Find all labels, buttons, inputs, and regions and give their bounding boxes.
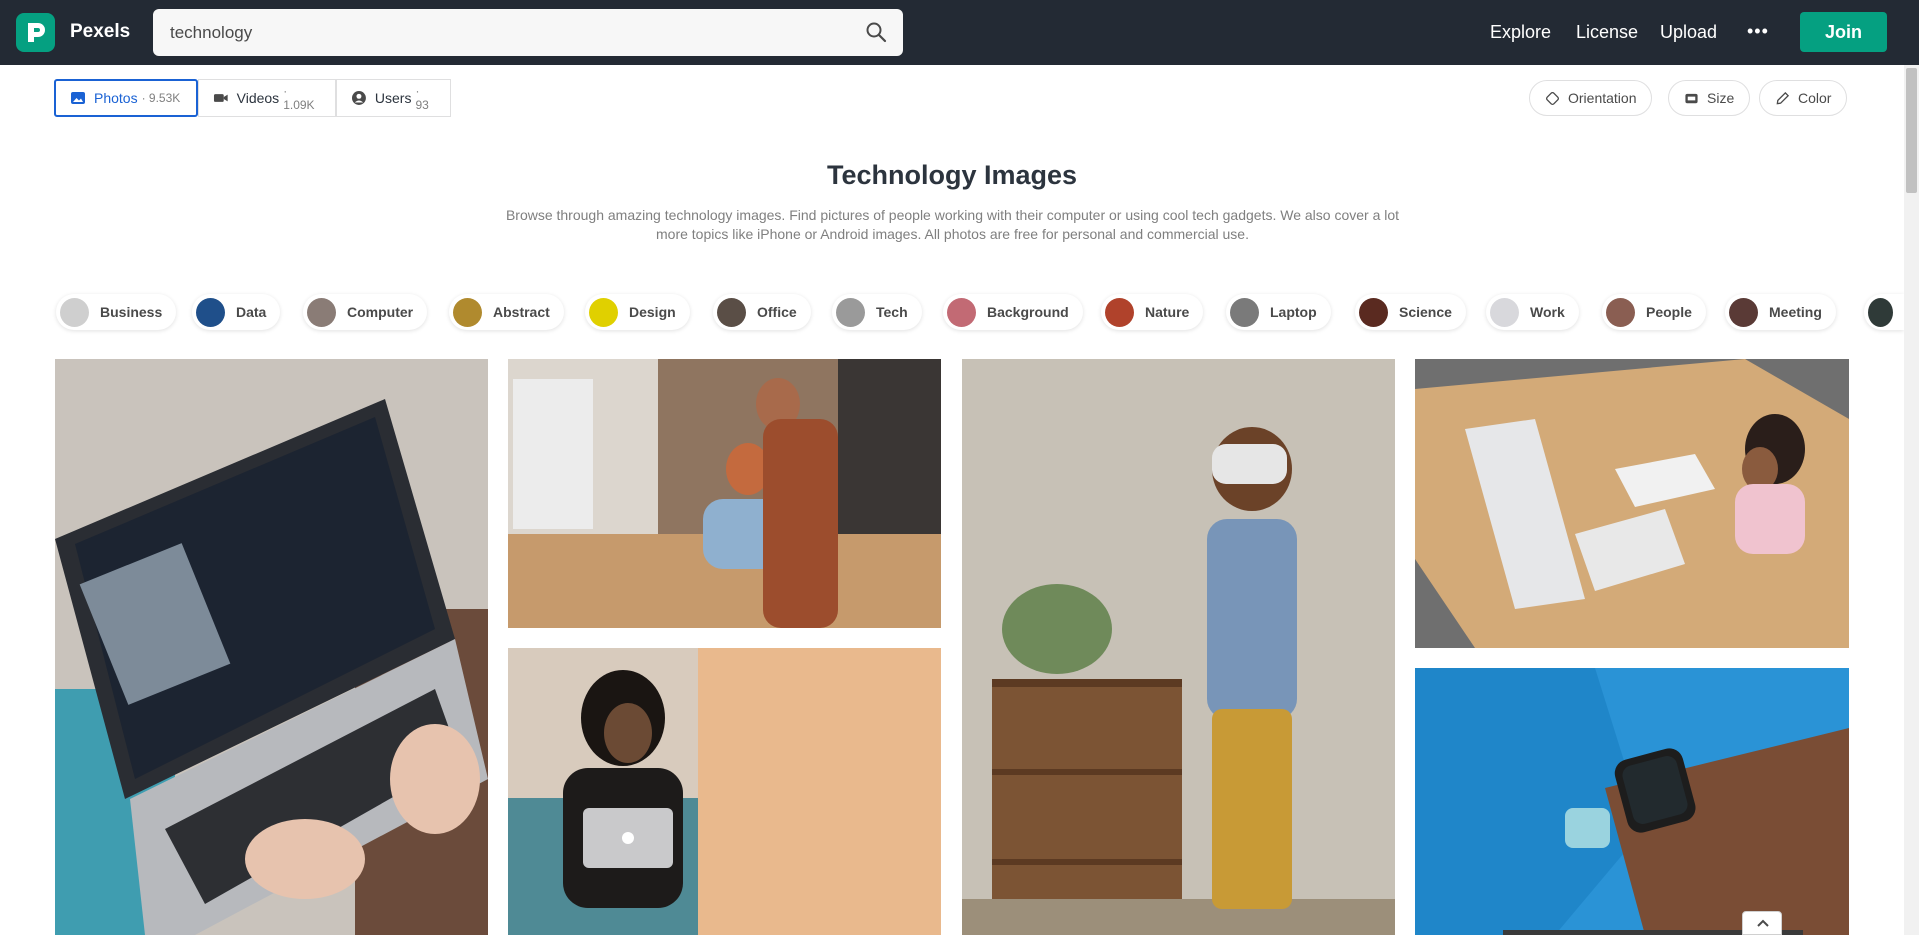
chip-thumbnail [1606, 297, 1635, 327]
chip-label: Computer [347, 304, 414, 320]
chip-label: Business [100, 304, 163, 320]
chip-thumbnail [1230, 297, 1259, 327]
tab-users-label: Users [374, 90, 412, 106]
photo-girl-desk-imac[interactable] [1415, 359, 1849, 648]
photo-mother-son-computer[interactable] [508, 359, 941, 628]
back-to-top-button[interactable] [1742, 911, 1782, 935]
tab-videos-label: Videos [236, 90, 280, 106]
photo-girl-desk-imac-image [1415, 359, 1849, 648]
pexels-logo[interactable] [16, 13, 55, 52]
size-filter-label: Size [1707, 90, 1735, 106]
chip-thumbnail [947, 297, 976, 327]
photo-boy-vr-headset-image [962, 359, 1395, 935]
chip-thumbnail [307, 297, 336, 327]
chip-thumbnail [453, 297, 482, 327]
user-icon [351, 91, 366, 105]
photo-boy-vr-headset[interactable] [962, 359, 1395, 935]
color-filter-button[interactable]: Color [1759, 80, 1848, 116]
chip-thumbnail [1105, 297, 1134, 327]
photo-laptop-video-call-image [55, 359, 488, 935]
color-picker-icon [1776, 91, 1790, 104]
page-title: Technology Images [826, 160, 1078, 190]
color-filter-label: Color [1798, 90, 1832, 106]
photo-mother-son-computer-image [508, 359, 941, 628]
tab-videos-count: · 1.09K [283, 84, 315, 112]
chip-label: Design [629, 304, 676, 320]
page-description: Browse through amazing technology images… [505, 207, 1400, 242]
tab-users-count: · 93 [415, 84, 429, 112]
chip-label: Science [1399, 304, 1452, 320]
search-bar[interactable]: technology [153, 9, 903, 56]
size-filter-button[interactable]: Size [1668, 80, 1751, 116]
chip-label: Background [987, 304, 1069, 320]
chip-thumbnail [717, 297, 746, 327]
chip-laptop[interactable]: Laptop [1226, 294, 1331, 330]
chip-label: Tech [876, 304, 908, 320]
tab-videos[interactable]: Videos · 1.09K [198, 79, 336, 117]
chip-label: Laptop [1270, 304, 1317, 320]
tab-photos-label: Photos [94, 90, 138, 106]
tab-photos[interactable]: Photos · 9.53K [54, 79, 198, 117]
search-icon[interactable] [865, 21, 887, 43]
photo-icon [71, 92, 85, 104]
chip-background[interactable]: Background [943, 294, 1083, 330]
chip-label: Meeting [1769, 304, 1822, 320]
join-button[interactable]: Join [1800, 12, 1887, 52]
orientation-filter-button[interactable]: Orientation [1529, 80, 1653, 116]
chip-meeting[interactable]: Meeting [1725, 294, 1836, 330]
nav-license[interactable]: License [1576, 22, 1638, 43]
nav-explore[interactable]: Explore [1490, 22, 1551, 43]
page-scrollbar[interactable] [1904, 65, 1919, 935]
chip-science[interactable]: Science [1355, 294, 1466, 330]
chip-label: Data [236, 304, 267, 320]
chip-computer[interactable]: Computer [303, 294, 428, 330]
chip-people[interactable]: People [1602, 294, 1706, 330]
nav-upload[interactable]: Upload [1660, 22, 1717, 43]
chip-thumbnail [60, 297, 89, 327]
photo-smartwatch-wrist[interactable] [1415, 668, 1849, 935]
chip-tech[interactable]: Tech [832, 294, 922, 330]
photo-smartwatch-wrist-image [1415, 668, 1849, 935]
tab-users[interactable]: Users · 93 [336, 79, 451, 117]
chip-label: Nature [1145, 304, 1190, 320]
orientation-icon [1545, 91, 1560, 105]
chip-thumbnail [836, 297, 865, 327]
chevron-up-icon [1757, 919, 1769, 927]
chip-business[interactable]: Business [56, 294, 177, 330]
scrollbar-thumb[interactable] [1906, 68, 1917, 193]
chip-design[interactable]: Design [585, 294, 690, 330]
chip-nature[interactable]: Nature [1101, 294, 1204, 330]
chip-thumbnail [589, 297, 618, 327]
size-icon [1685, 93, 1698, 103]
photo-woman-macbook[interactable] [508, 648, 941, 935]
chip-label: People [1646, 304, 1692, 320]
video-icon [213, 94, 228, 102]
chip-thumbnail [1359, 297, 1388, 327]
chip-thumbnail [196, 297, 225, 327]
chip-thumbnail [1868, 297, 1893, 327]
chip-label: Abstract [493, 304, 550, 320]
chip-work[interactable]: Work [1486, 294, 1579, 330]
more-menu-icon[interactable]: ••• [1747, 21, 1769, 42]
chip-abstract[interactable]: Abstract [449, 294, 564, 330]
search-input[interactable]: technology [170, 23, 252, 43]
top-navigation-bar: Pexels technology Explore License Upload… [0, 0, 1919, 65]
chip-office[interactable]: Office [713, 294, 811, 330]
photo-woman-macbook-image [508, 648, 941, 935]
brand-name[interactable]: Pexels [70, 21, 130, 43]
chip-partial[interactable] [1864, 294, 1904, 330]
chip-thumbnail [1729, 297, 1758, 327]
chip-thumbnail [1490, 297, 1519, 327]
chip-data[interactable]: Data [192, 294, 281, 330]
tab-photos-count: · 9.53K [141, 91, 181, 105]
logo-icon [28, 23, 45, 42]
chip-label: Office [757, 304, 797, 320]
photo-laptop-video-call[interactable] [55, 359, 488, 935]
orientation-filter-label: Orientation [1568, 90, 1637, 106]
chip-label: Work [1530, 304, 1565, 320]
